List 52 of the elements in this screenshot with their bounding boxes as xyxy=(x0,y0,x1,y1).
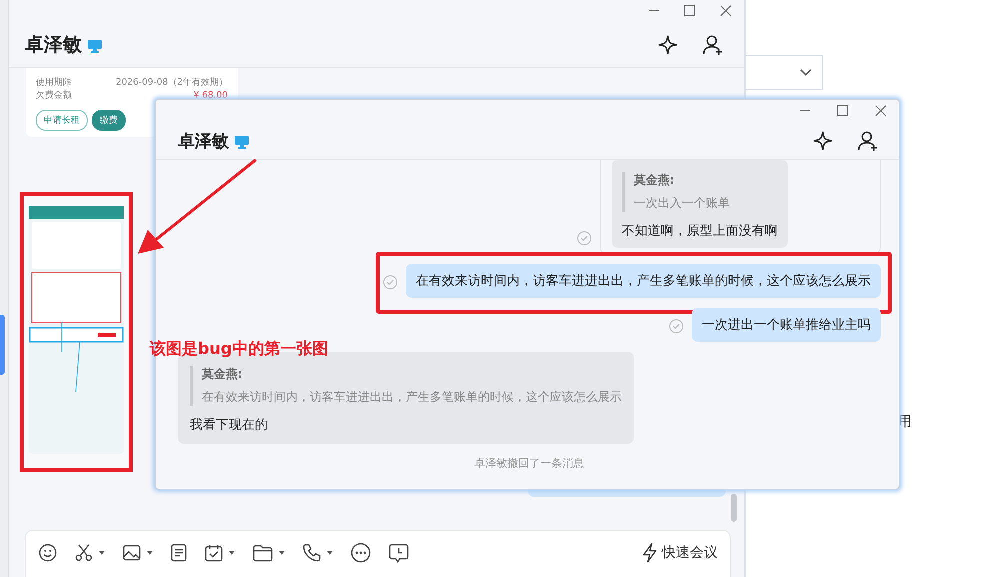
sparkle-icon[interactable] xyxy=(658,35,678,55)
message-text: 一次进出一个账单推给业主吗 xyxy=(702,317,871,334)
monitor-icon xyxy=(235,136,249,148)
message-text: 不知道啊，原型上面没有啊 xyxy=(622,223,778,240)
calendar-check-icon[interactable] xyxy=(205,544,223,562)
scissors-icon[interactable] xyxy=(75,544,93,562)
add-user-icon[interactable] xyxy=(857,131,879,151)
monitor-icon xyxy=(88,40,102,52)
field-value: ¥ 68.00 xyxy=(194,91,228,102)
chat-clock-icon[interactable] xyxy=(389,544,409,562)
sidebar-indicator xyxy=(0,315,5,375)
add-user-icon[interactable] xyxy=(702,35,724,55)
quote-author: 莫金燕: xyxy=(202,366,244,383)
dropdown-field[interactable] xyxy=(746,55,823,90)
table-cell-text: 用 xyxy=(898,413,912,431)
caret-icon[interactable] xyxy=(147,551,153,555)
caret-icon[interactable] xyxy=(229,551,235,555)
caret-icon[interactable] xyxy=(327,551,333,555)
caret-icon[interactable] xyxy=(279,551,285,555)
message-text: 我看下现在的 xyxy=(190,417,269,434)
maximize-icon[interactable] xyxy=(684,5,696,17)
folder-icon[interactable] xyxy=(253,544,273,562)
close-icon[interactable] xyxy=(720,5,732,17)
system-notice: 卓泽敏撤回了一条消息 xyxy=(474,456,584,471)
phone-icon[interactable] xyxy=(303,544,321,562)
message-text: 在有效来访时间内，访客车进进出出，产生多笔账单的时候，这个应该怎么展示 xyxy=(416,273,871,290)
image-icon[interactable] xyxy=(123,544,141,562)
lightning-icon xyxy=(643,543,657,563)
sparkle-icon[interactable] xyxy=(813,131,833,151)
field-label: 欠费金额 xyxy=(36,91,72,102)
annotation-text: 该图是bug中的第一张图 xyxy=(150,339,328,360)
document-icon[interactable] xyxy=(171,544,187,562)
check-circle-icon xyxy=(577,231,592,246)
close-icon[interactable] xyxy=(875,105,887,117)
more-icon[interactable] xyxy=(351,543,371,563)
chat-title: 卓泽敏 xyxy=(25,33,82,58)
chat-title: 卓泽敏 xyxy=(178,130,229,152)
field-value: 2026-09-08（2年有效期） xyxy=(116,78,228,89)
chevron-down-icon xyxy=(800,68,812,76)
pay-button[interactable]: 缴费 xyxy=(92,110,126,131)
apply-button[interactable]: 申请长租 xyxy=(36,110,88,131)
quote-text: 一次出入一个账单 xyxy=(634,195,731,212)
scrollbar[interactable] xyxy=(731,494,737,522)
quote-text: 在有效来访时间内，访客车进进出出，产生多笔账单的时候，这个应该怎么展示 xyxy=(202,389,622,406)
check-circle-icon xyxy=(383,275,398,290)
quick-meeting-button[interactable]: 快速会议 xyxy=(643,543,718,563)
field-label: 使用期限 xyxy=(36,78,72,89)
quote-author: 莫金燕: xyxy=(634,172,676,189)
emoji-icon[interactable] xyxy=(39,544,57,562)
maximize-icon[interactable] xyxy=(837,105,849,117)
caret-icon[interactable] xyxy=(99,551,105,555)
check-circle-icon xyxy=(669,319,684,334)
